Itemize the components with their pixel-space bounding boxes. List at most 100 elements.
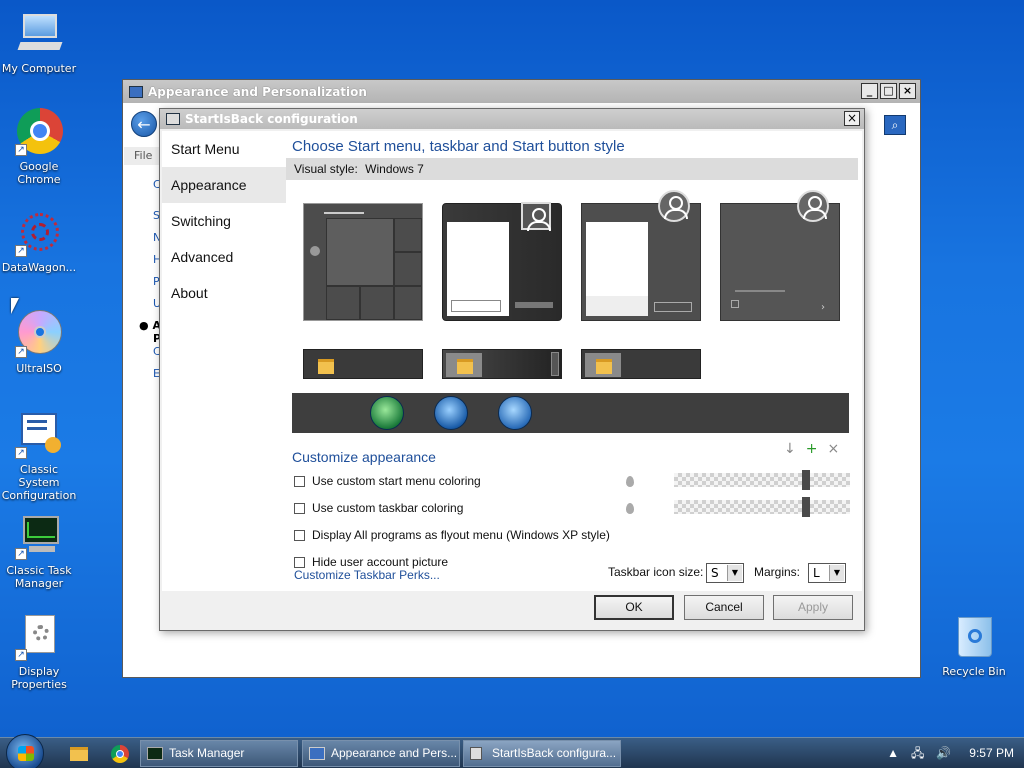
option-all-programs-flyout[interactable]: Display All programs as flyout menu (Win… xyxy=(294,528,610,542)
folder-icon xyxy=(446,353,482,377)
desktop-icon-label: Classic System Configuration xyxy=(1,463,77,502)
remove-icon[interactable]: × xyxy=(827,441,839,457)
color-drop-icon[interactable] xyxy=(626,476,634,487)
desktop-icon-ultraiso[interactable]: ↗ UltraISO xyxy=(0,310,78,375)
menu-bar: File xyxy=(124,147,164,165)
option-custom-start-menu-coloring[interactable]: Use custom start menu coloring xyxy=(294,474,481,488)
task-label: Appearance and Pers... xyxy=(331,746,458,760)
nav-item-start-menu[interactable]: Start Menu xyxy=(162,131,286,167)
search-icon[interactable]: ⌕ xyxy=(884,115,906,135)
taskbar-style-2[interactable] xyxy=(442,349,562,379)
nav-item-switching[interactable]: Switching xyxy=(162,203,286,239)
startisback-icon xyxy=(470,747,482,760)
system-tray: ▲ 🖧 🔊 9:57 PM xyxy=(887,738,1014,768)
network-icon[interactable]: 🖧 xyxy=(911,738,924,768)
desktop-icon-google-chrome[interactable]: ↗ Google Chrome xyxy=(0,108,78,186)
recycle-bin-icon xyxy=(950,613,998,661)
color-drop-icon[interactable] xyxy=(626,503,634,514)
start-menu-opacity-slider[interactable] xyxy=(674,470,850,490)
desktop-icon-classic-system-configuration[interactable]: ↗ Classic System Configuration xyxy=(0,411,78,502)
maximize-button[interactable]: □ xyxy=(880,83,897,99)
customize-heading: Customize appearance xyxy=(292,449,436,465)
close-button[interactable]: × xyxy=(899,83,916,99)
desktop-icon-label: Classic Task Manager xyxy=(6,564,72,590)
nav-item-appearance[interactable]: Appearance xyxy=(162,167,286,203)
folder-icon xyxy=(585,353,621,377)
desktop-icon-display-properties[interactable]: ↗ Display Properties xyxy=(0,613,78,691)
taskbar-opacity-slider[interactable] xyxy=(674,497,850,517)
control-panel-icon xyxy=(129,85,143,98)
explorer-pin-icon[interactable] xyxy=(62,742,98,766)
nav-item-advanced[interactable]: Advanced xyxy=(162,239,286,275)
checkbox[interactable] xyxy=(294,556,305,568)
style-thumb-plain[interactable]: › xyxy=(720,190,840,321)
slider-knob[interactable] xyxy=(802,497,810,517)
apply-button[interactable]: Apply xyxy=(773,595,853,620)
checkbox[interactable] xyxy=(294,475,305,487)
windows-orb-icon[interactable] xyxy=(498,396,532,430)
visual-style-bar: Visual style: Windows 7 xyxy=(286,158,858,180)
chevron-down-icon[interactable]: ▼ xyxy=(727,565,742,581)
option-label: Use custom taskbar coloring xyxy=(312,501,464,515)
ok-button[interactable]: OK xyxy=(594,595,674,620)
show-hidden-icons-icon[interactable]: ▲ xyxy=(887,738,899,768)
desktop-icon-datawagon[interactable]: ↗ DataWagon... xyxy=(0,209,78,274)
customize-taskbar-perks-link[interactable]: Customize Taskbar Perks... xyxy=(294,568,440,582)
dialog-close-button[interactable]: × xyxy=(844,111,860,126)
section-heading: Choose Start menu, taskbar and Start but… xyxy=(292,138,625,155)
style-thumb-windows10[interactable] xyxy=(303,203,423,321)
start-button-styles xyxy=(292,393,849,433)
dialog-title: StartIsBack configuration xyxy=(185,112,358,126)
window-titlebar[interactable]: Appearance and Personalization xyxy=(123,80,920,103)
chrome-pin-icon[interactable] xyxy=(102,742,138,766)
option-label: Hide user account picture xyxy=(312,555,449,569)
task-appearance-personalization[interactable]: Appearance and Pers... xyxy=(302,740,460,767)
option-label: Display All programs as flyout menu (Win… xyxy=(312,528,610,542)
slider-knob[interactable] xyxy=(802,470,810,490)
task-startisback-config[interactable]: StartIsBack configura... xyxy=(463,740,621,767)
nav-item-about[interactable]: About xyxy=(162,275,286,311)
user-avatar-icon xyxy=(797,190,829,222)
checkbox[interactable] xyxy=(294,529,305,541)
download-icon[interactable]: ↓ xyxy=(784,441,796,457)
desktop-icon-label: Recycle Bin xyxy=(942,665,1006,678)
desktop-icon-label: My Computer xyxy=(1,62,77,75)
start-button-icon[interactable] xyxy=(6,734,44,768)
task-task-manager[interactable]: Task Manager xyxy=(140,740,298,767)
cancel-button[interactable]: Cancel xyxy=(684,595,764,620)
windows7-orb-icon[interactable] xyxy=(434,396,468,430)
volume-icon[interactable]: 🔊 xyxy=(936,738,951,768)
menu-file[interactable]: File xyxy=(134,149,152,162)
computer-icon xyxy=(15,10,63,58)
style-thumb-windows7[interactable] xyxy=(442,202,562,321)
clover-orb-icon[interactable] xyxy=(370,396,404,430)
taskbar-style-1[interactable] xyxy=(303,349,423,379)
minimize-button[interactable]: _ xyxy=(861,83,878,99)
clock[interactable]: 9:57 PM xyxy=(969,738,1014,768)
datawagon-icon: ↗ xyxy=(15,209,63,257)
sidebar-active-link[interactable]: ● A xyxy=(139,319,161,332)
option-custom-taskbar-coloring[interactable]: Use custom taskbar coloring xyxy=(294,501,463,515)
taskbar-icon-size-select[interactable]: S ▼ xyxy=(706,563,744,583)
desktop-icon-label: Google Chrome xyxy=(17,160,61,186)
desktop-icon-label: UltraISO xyxy=(16,362,62,375)
add-icon[interactable]: + xyxy=(806,441,818,457)
checkbox[interactable] xyxy=(294,502,305,514)
appearance-panel: Choose Start menu, taskbar and Start but… xyxy=(286,131,862,591)
system-config-icon: ↗ xyxy=(15,411,63,459)
settings-nav: Start Menu Appearance Switching Advanced… xyxy=(162,131,286,591)
desktop-icon-my-computer[interactable]: My Computer xyxy=(0,10,78,75)
style-thumb-windows-classic[interactable] xyxy=(581,190,701,321)
task-label: Task Manager xyxy=(169,746,245,760)
desktop-icon-recycle-bin[interactable]: Recycle Bin xyxy=(935,613,1013,678)
back-arrow-icon[interactable]: ← xyxy=(131,111,157,137)
select-value: S xyxy=(711,566,719,580)
desktop-icon-label: Display Properties xyxy=(11,665,67,691)
task-manager-icon: ↗ xyxy=(15,512,63,560)
dialog-titlebar[interactable]: StartIsBack configuration xyxy=(160,109,864,129)
desktop-icon-classic-task-manager[interactable]: ↗ Classic Task Manager xyxy=(0,512,78,590)
chevron-down-icon[interactable]: ▼ xyxy=(829,565,844,581)
margins-select[interactable]: L ▼ xyxy=(808,563,846,583)
taskbar-style-3[interactable] xyxy=(581,349,701,379)
option-hide-user-picture[interactable]: Hide user account picture xyxy=(294,555,448,569)
